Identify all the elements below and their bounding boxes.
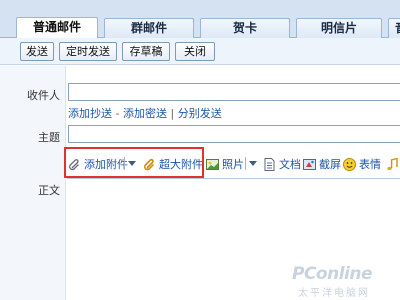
emoji-label: 表情 bbox=[359, 158, 381, 171]
subject-label: 主题 bbox=[38, 131, 60, 144]
photo-label: 照片 bbox=[222, 158, 244, 171]
toolbar-divider bbox=[245, 157, 246, 170]
photo-icon bbox=[206, 158, 219, 171]
photo-button[interactable]: 照片 bbox=[206, 156, 244, 172]
watermark-subtitle: 太平洋电脑网 bbox=[298, 288, 370, 299]
pconline-watermark: PConline 太平洋电脑网 bbox=[292, 264, 398, 299]
separate-send-link[interactable]: 分别发送 bbox=[178, 107, 222, 120]
compose-toolbar: 发送 定时发送 存草稿 关闭 bbox=[0, 38, 400, 65]
send-button[interactable]: 发送 bbox=[20, 42, 54, 61]
emoji-button[interactable]: 表情 bbox=[343, 156, 381, 172]
link-separator: | bbox=[170, 107, 175, 120]
music-note-icon bbox=[386, 157, 399, 171]
scheduled-send-button[interactable]: 定时发送 bbox=[59, 42, 117, 61]
tab-bar: 普通邮件 群邮件 贺卡 明信片 音 bbox=[0, 0, 400, 38]
screenshot-label: 截屏 bbox=[319, 158, 341, 171]
photo-dropdown-arrow[interactable] bbox=[248, 157, 258, 169]
screenshot-button[interactable]: 截屏 bbox=[303, 156, 341, 172]
recipient-options: 添加抄送 - 添加密送 | 分别发送 bbox=[68, 105, 222, 121]
document-label: 文档 bbox=[279, 158, 301, 171]
smiley-icon bbox=[343, 157, 356, 171]
save-draft-button[interactable]: 存草稿 bbox=[122, 42, 170, 61]
recipient-input[interactable] bbox=[68, 83, 400, 101]
close-button[interactable]: 关闭 bbox=[175, 42, 215, 61]
add-bcc-link[interactable]: 添加密送 bbox=[123, 107, 167, 120]
body-label: 正文 bbox=[38, 184, 60, 197]
tab-normal-mail[interactable]: 普通邮件 bbox=[16, 17, 98, 38]
attachment-highlight-box bbox=[64, 147, 204, 178]
subject-input[interactable] bbox=[68, 125, 400, 143]
tab-greeting-card[interactable]: 贺卡 bbox=[200, 18, 290, 38]
recipient-label: 收件人 bbox=[27, 89, 60, 102]
document-icon bbox=[263, 157, 276, 171]
link-separator: - bbox=[115, 107, 120, 120]
tab-group-mail[interactable]: 群邮件 bbox=[104, 18, 194, 38]
tab-more[interactable]: 音 bbox=[388, 18, 400, 38]
add-cc-link[interactable]: 添加抄送 bbox=[68, 107, 112, 120]
screenshot-icon bbox=[303, 158, 316, 171]
watermark-brand: PConline bbox=[292, 264, 373, 284]
tab-postcard[interactable]: 明信片 bbox=[296, 18, 382, 38]
music-button[interactable] bbox=[386, 156, 400, 172]
document-button[interactable]: 文档 bbox=[263, 156, 301, 172]
